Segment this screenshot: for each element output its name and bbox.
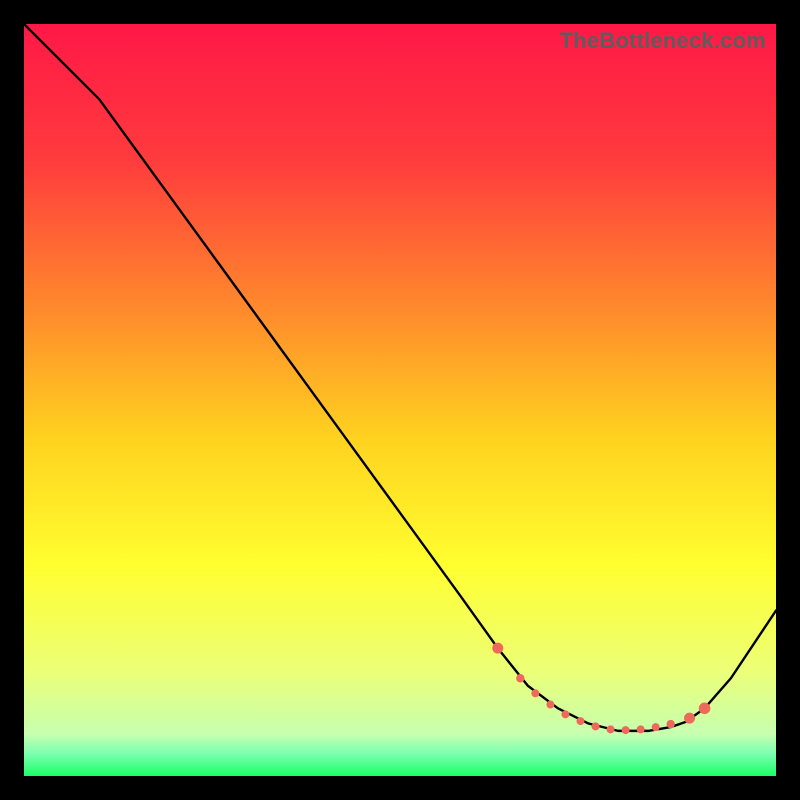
data-marker <box>684 713 695 724</box>
data-marker <box>576 717 584 725</box>
data-marker <box>592 722 600 730</box>
data-marker <box>531 689 539 697</box>
bottleneck-chart <box>24 24 776 776</box>
data-marker <box>516 674 524 682</box>
data-marker <box>607 725 615 733</box>
data-marker <box>622 726 630 734</box>
data-marker <box>667 720 675 728</box>
data-marker <box>652 723 660 731</box>
data-marker <box>699 703 711 715</box>
data-marker <box>637 725 645 733</box>
data-marker <box>561 710 569 718</box>
chart-frame: TheBottleneck.com <box>24 24 776 776</box>
gradient-background <box>24 24 776 776</box>
watermark-label: TheBottleneck.com <box>560 28 766 54</box>
data-marker <box>546 701 554 709</box>
data-marker <box>492 643 503 654</box>
